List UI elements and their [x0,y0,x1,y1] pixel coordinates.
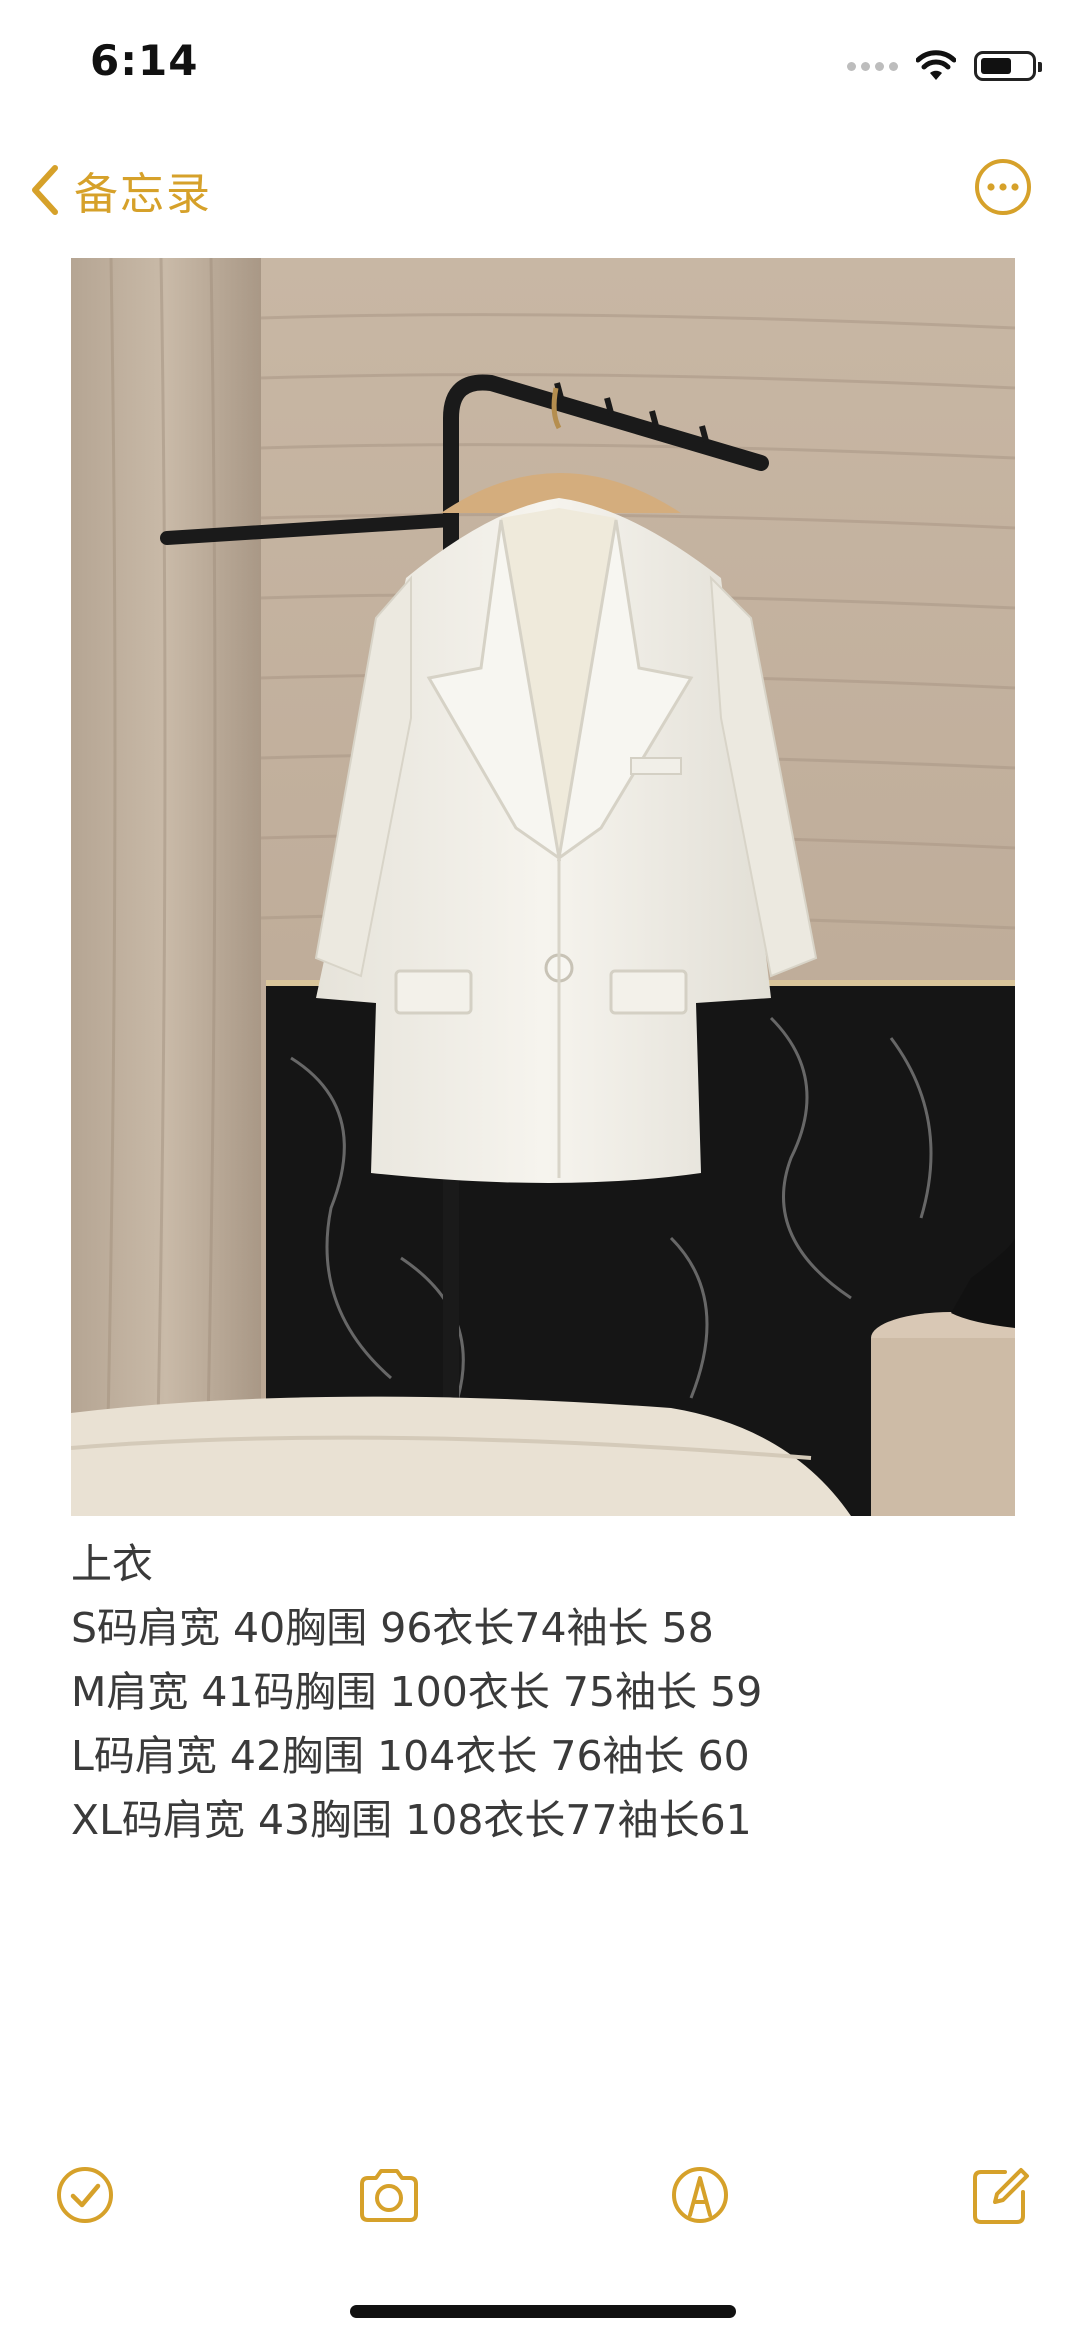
note-line-l: L码肩宽 42胸围 104衣长 76袖长 60 [71,1732,750,1780]
camera-icon[interactable] [354,2160,424,2230]
signal-icon [847,61,898,71]
compose-icon[interactable] [965,2160,1035,2230]
back-button[interactable]: 备忘录 [30,158,212,222]
note-line-s: S码肩宽 40胸围 96衣长74袖长 58 [71,1604,714,1652]
chevron-left-icon [32,165,58,215]
battery-icon [974,51,1042,81]
wifi-icon [916,50,956,80]
back-label: 备忘录 [74,169,212,220]
blazer-photo [71,258,1015,1516]
bottom-toolbar [0,2160,1080,2240]
navigation-bar: 备忘录 [0,140,1080,240]
photo-image[interactable] [71,258,1015,1516]
note-title-line: 上衣 [71,1540,153,1588]
ellipsis-circle-icon[interactable] [974,158,1032,216]
note-body[interactable]: 上衣 S码肩宽 40胸围 96衣长74袖长 58 M肩宽 41码胸围 100衣长… [71,1532,1015,1852]
status-icons [847,46,1042,86]
note-line-xl: XL码肩宽 43胸围 108衣长77袖长61 [71,1796,752,1844]
checklist-icon[interactable] [50,2160,120,2230]
note-line-m: M肩宽 41码胸围 100衣长 75袖长 59 [71,1668,763,1716]
markup-icon[interactable] [665,2160,735,2230]
home-indicator [350,2305,736,2318]
status-bar: 6:14 [0,0,1080,130]
status-time: 6:14 [90,36,199,85]
